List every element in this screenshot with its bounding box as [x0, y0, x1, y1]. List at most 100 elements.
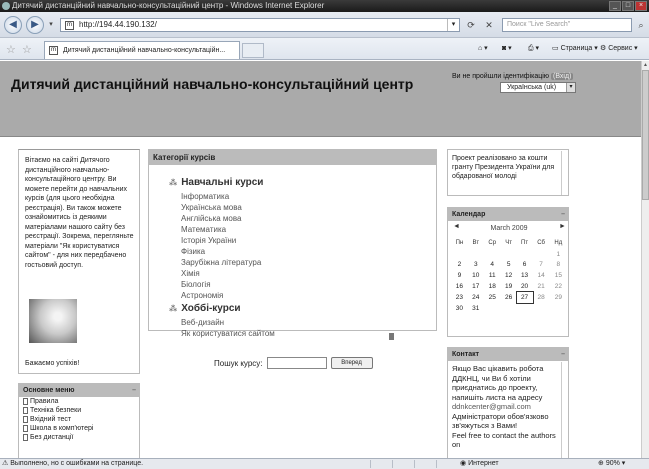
- course-link[interactable]: Біологія: [181, 280, 211, 289]
- calendar-day[interactable]: 12: [501, 270, 517, 281]
- menu-item[interactable]: Техніка безпеки: [19, 406, 139, 415]
- calendar-day[interactable]: 9: [451, 270, 468, 281]
- close-icon[interactable]: ×: [635, 1, 647, 11]
- calendar-day[interactable]: 16: [451, 281, 468, 292]
- calendar-day[interactable]: 3: [468, 260, 484, 271]
- course-link[interactable]: Зарубіжна література: [181, 258, 261, 267]
- history-dropdown-icon[interactable]: ▾: [44, 18, 58, 32]
- course-link[interactable]: Англійська мова: [181, 214, 241, 223]
- calendar-day[interactable]: 5: [501, 260, 517, 271]
- menu-item[interactable]: Правила: [19, 397, 139, 406]
- contact-email[interactable]: ddnkcenter@gmail.com: [452, 402, 531, 411]
- document-icon: [23, 407, 28, 414]
- scroll-up-icon[interactable]: ▲: [642, 61, 649, 69]
- search-icon[interactable]: ⌕: [634, 18, 648, 32]
- info-icon[interactable]: [389, 333, 394, 340]
- calendar-day[interactable]: 24: [468, 292, 484, 303]
- calendar-day[interactable]: 18: [484, 281, 501, 292]
- next-month-icon[interactable]: ►: [559, 223, 566, 230]
- calendar-day[interactable]: 30: [451, 303, 468, 314]
- calendar-day[interactable]: 11: [484, 270, 501, 281]
- feeds-icon[interactable]: ◙ ▾: [502, 42, 512, 56]
- document-icon: [23, 398, 28, 405]
- calendar-day[interactable]: 19: [501, 281, 517, 292]
- browser-tab[interactable]: m Дитячий дистанційний навчально-консуль…: [44, 41, 240, 59]
- add-favorite-icon[interactable]: ☆: [22, 43, 32, 56]
- calendar-day[interactable]: 13: [517, 270, 533, 281]
- page-scrollbar[interactable]: ▲: [641, 61, 649, 458]
- course-link[interactable]: Українська мова: [181, 203, 242, 212]
- calendar-day[interactable]: 6: [517, 260, 533, 271]
- calendar-day[interactable]: 31: [468, 303, 484, 314]
- prev-month-icon[interactable]: ◄: [453, 223, 460, 230]
- category-group[interactable]: ⁂ Хоббі-курси: [169, 303, 241, 314]
- calendar-day[interactable]: 29: [550, 292, 567, 303]
- collapse-icon[interactable]: –: [132, 384, 136, 397]
- calendar-week: 9 10 11 12 13 14 15: [451, 270, 567, 281]
- course-link[interactable]: Астрономія: [181, 291, 223, 300]
- calendar-day[interactable]: 26: [501, 292, 517, 303]
- menu-item[interactable]: Вхідний тест: [19, 415, 139, 424]
- main-menu-block: Основне меню – Правила Техніка безпеки В…: [18, 383, 140, 458]
- calendar-day[interactable]: 20: [517, 281, 533, 292]
- site-title: Дитячий дистанційний навчально-консульта…: [11, 76, 414, 92]
- scrollbar[interactable]: [561, 362, 567, 458]
- refresh-icon[interactable]: ⟳: [464, 18, 478, 32]
- calendar-day[interactable]: 1: [550, 249, 567, 260]
- scroll-thumb[interactable]: [642, 70, 649, 200]
- scrollbar[interactable]: [561, 151, 567, 195]
- address-dropdown-icon[interactable]: ▾: [447, 19, 459, 31]
- maximize-icon[interactable]: □: [622, 1, 634, 11]
- course-link[interactable]: Історія України: [181, 236, 236, 245]
- stop-icon[interactable]: ✕: [482, 18, 496, 32]
- course-link[interactable]: Хімія: [181, 269, 200, 278]
- course-link[interactable]: Математика: [181, 225, 226, 234]
- menu-item[interactable]: Без дистанції: [19, 433, 139, 442]
- language-select[interactable]: Українська (uk) ▾: [500, 82, 576, 93]
- project-info-block: Проект реалізовано за кошти гранту Прези…: [447, 149, 569, 196]
- collapse-icon[interactable]: –: [561, 348, 565, 361]
- calendar-grid: Пн Вт Ср Чт Пт Сб Нд 1 2 3 4 5 6 7 8 9 10 11 12 13 14 15 16 17 1…: [451, 238, 567, 314]
- tools-menu[interactable]: ⚙ Сервис ▾: [600, 42, 638, 56]
- calendar-day[interactable]: 15: [550, 270, 567, 281]
- course-link[interactable]: Інформатика: [181, 192, 229, 201]
- login-link[interactable]: (Вхід): [550, 73, 574, 80]
- back-icon[interactable]: ◀: [4, 16, 22, 34]
- menu-item[interactable]: Школа в комп'ютері: [19, 424, 139, 433]
- category-group[interactable]: ⁂ Навчальні курси: [169, 177, 263, 188]
- course-link[interactable]: Веб-дизайн: [181, 318, 224, 327]
- calendar-day[interactable]: 14: [533, 270, 550, 281]
- welcome-block: Вітаємо на сайті Дитячого дистанційного …: [18, 149, 140, 374]
- status-bar: ⚠ Выполнено, но с ошибками на странице. …: [0, 458, 649, 469]
- calendar-day[interactable]: 28: [533, 292, 550, 303]
- calendar-day[interactable]: 7: [533, 260, 550, 271]
- calendar-day[interactable]: 22: [550, 281, 567, 292]
- calendar-day[interactable]: 8: [550, 260, 567, 271]
- calendar-day[interactable]: 21: [533, 281, 550, 292]
- address-bar[interactable]: m http://194.44.190.132/ ▾: [60, 18, 460, 32]
- favorites-star-icon[interactable]: ☆: [6, 43, 16, 56]
- new-tab-button[interactable]: [242, 43, 264, 58]
- calendar-day[interactable]: 27: [515, 291, 534, 304]
- course-link[interactable]: Як користуватися сайтом: [181, 329, 275, 338]
- course-link[interactable]: Фізика: [181, 247, 205, 256]
- calendar-day[interactable]: 17: [468, 281, 484, 292]
- print-icon[interactable]: ⎙ ▾: [528, 42, 539, 56]
- main-menu-title: Основне меню: [23, 387, 75, 394]
- calendar-day[interactable]: 2: [451, 260, 468, 271]
- calendar-day[interactable]: 25: [484, 292, 501, 303]
- collapse-icon[interactable]: –: [561, 208, 565, 221]
- course-search-button[interactable]: Вперед: [330, 357, 373, 369]
- forward-icon[interactable]: ▶: [26, 16, 44, 34]
- zoom-level[interactable]: ⊕ 90% ▾: [598, 459, 625, 469]
- calendar-day[interactable]: 10: [468, 270, 484, 281]
- page-viewport: Дитячий дистанційний навчально-консульта…: [0, 61, 641, 458]
- weekday-label: Вт: [472, 240, 480, 247]
- minimize-icon[interactable]: _: [609, 1, 621, 11]
- live-search-input[interactable]: Поиск "Live Search": [502, 18, 632, 32]
- home-icon[interactable]: ⌂ ▾: [478, 42, 488, 56]
- page-menu[interactable]: ▭ Страница ▾: [552, 42, 598, 56]
- course-search-input[interactable]: [266, 357, 327, 369]
- calendar-day[interactable]: 23: [451, 292, 468, 303]
- calendar-day[interactable]: 4: [484, 260, 501, 271]
